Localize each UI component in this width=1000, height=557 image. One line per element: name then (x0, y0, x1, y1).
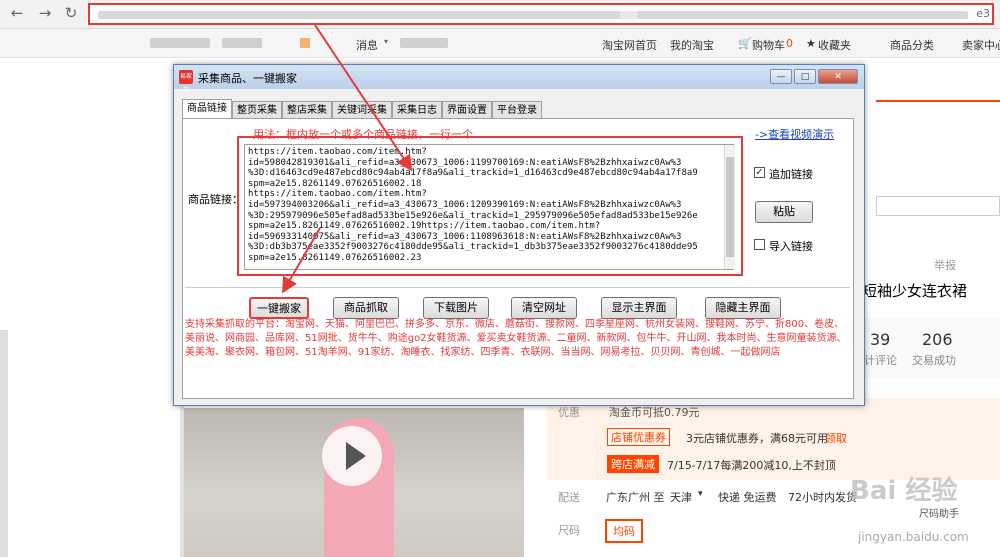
arrow-url-to-textarea (314, 24, 413, 172)
arrow-textarea-to-button (281, 227, 321, 294)
annotation-arrows (281, 24, 413, 294)
